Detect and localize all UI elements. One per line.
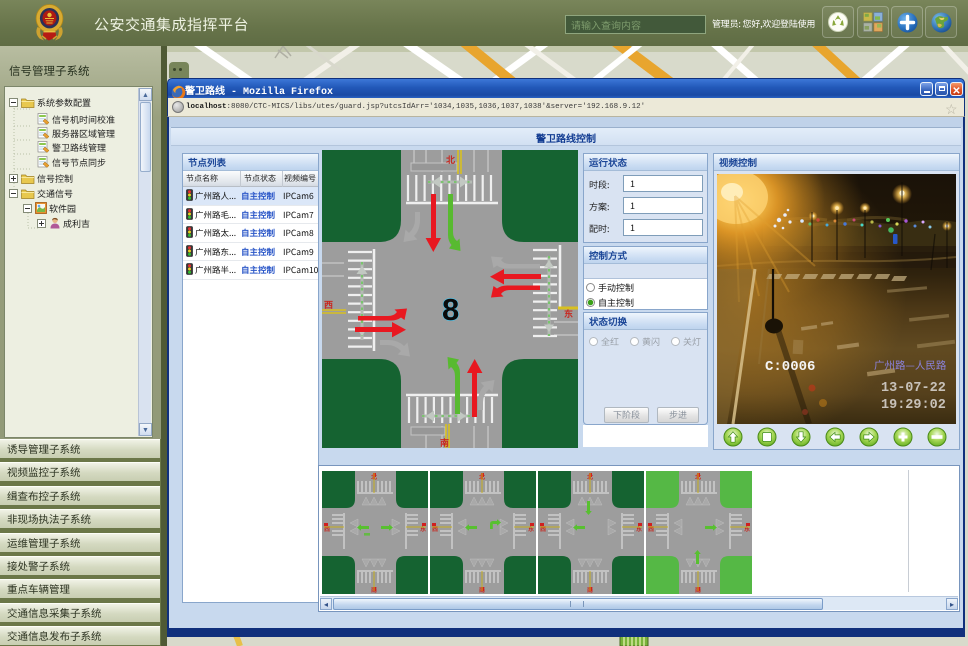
svg-text:西: 西 <box>324 298 333 311</box>
svg-text:13-07-22: 13-07-22 <box>881 381 946 396</box>
svg-text:南: 南 <box>440 436 449 448</box>
svg-text:东: 东 <box>564 307 573 320</box>
svg-text:广州路—人民路: 广州路—人民路 <box>874 358 947 373</box>
svg-text:北: 北 <box>446 153 455 166</box>
svg-text:8: 8 <box>442 292 459 327</box>
svg-text:19:29:02: 19:29:02 <box>881 398 946 413</box>
svg-text:C:0006: C:0006 <box>765 359 815 375</box>
